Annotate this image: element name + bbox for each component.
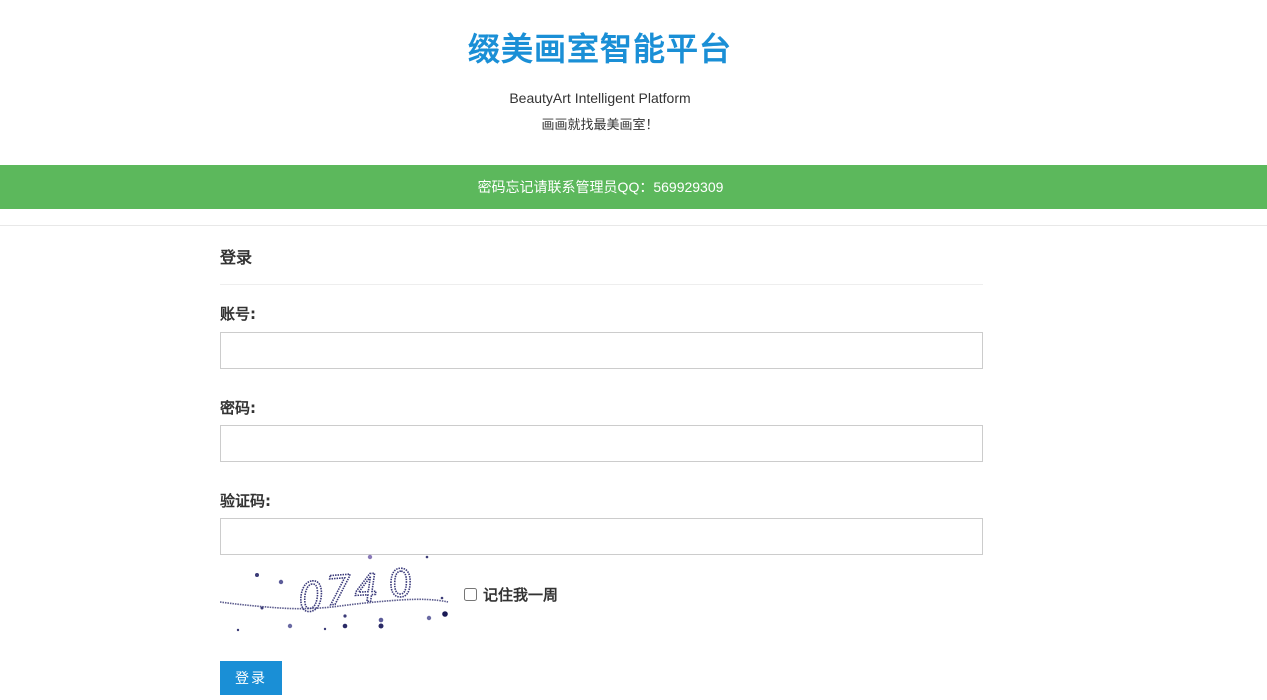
site-title: 缀美画室智能平台 bbox=[467, 30, 732, 68]
svg-text:7: 7 bbox=[324, 567, 353, 615]
captcha-input[interactable] bbox=[220, 518, 983, 555]
captcha-image[interactable]: 0 7 4 0 bbox=[220, 552, 450, 632]
subtitle-chinese: 画画就找最美画室！ bbox=[541, 118, 659, 133]
remember-me-checkbox[interactable] bbox=[464, 588, 477, 601]
heading-divider bbox=[220, 284, 983, 285]
login-heading: 登录 bbox=[220, 248, 253, 267]
remember-me-label: 记住我一周 bbox=[483, 586, 559, 604]
subtitle-english: BeautyArt Intelligent Platform bbox=[509, 90, 691, 106]
account-label: 账号: bbox=[220, 305, 256, 323]
svg-text:0: 0 bbox=[296, 574, 326, 622]
page-header: 缀美画室智能平台 BeautyArt Intelligent Platform … bbox=[0, 0, 1267, 165]
svg-text:0: 0 bbox=[388, 561, 414, 606]
captcha-label: 验证码: bbox=[220, 492, 271, 510]
divider bbox=[0, 225, 1267, 226]
password-input[interactable] bbox=[220, 425, 983, 462]
svg-text:4: 4 bbox=[353, 566, 379, 611]
account-input[interactable] bbox=[220, 332, 983, 369]
password-label: 密码: bbox=[220, 399, 256, 417]
remember-me[interactable]: 记住我一周 bbox=[464, 584, 558, 605]
password-notice-bar: 密码忘记请联系管理员QQ：569929309 bbox=[0, 165, 1267, 209]
notice-text: 密码忘记请联系管理员QQ：569929309 bbox=[477, 179, 724, 195]
login-button[interactable]: 登录 bbox=[220, 661, 282, 695]
